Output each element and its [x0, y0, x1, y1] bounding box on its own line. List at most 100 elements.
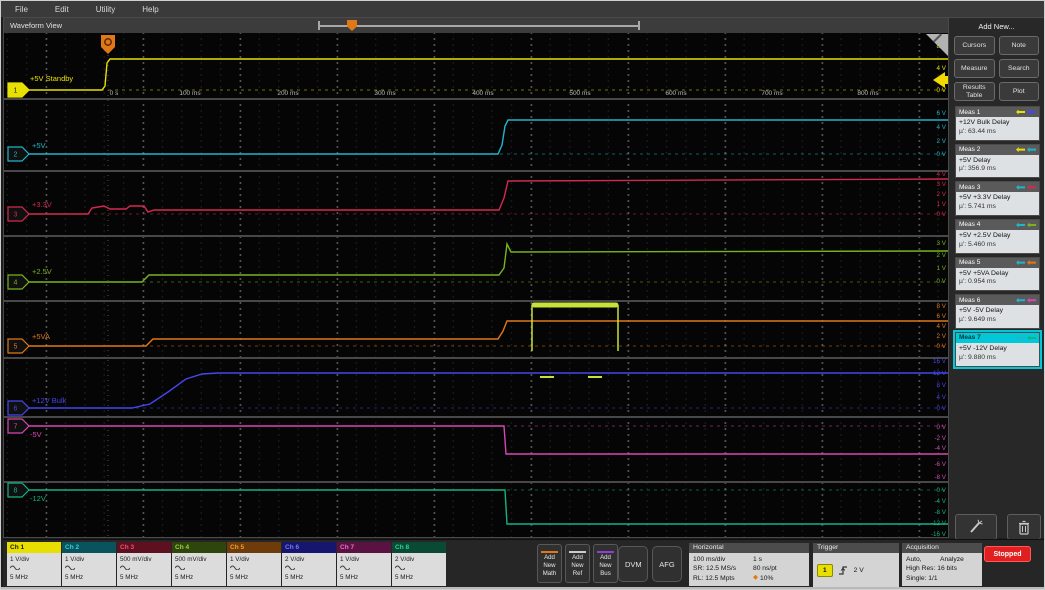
ch1-ground-badge[interactable]: [7, 82, 30, 98]
measurement-badge-5[interactable]: Meas 5 +5V +5VA Delay µ': 0.954 ms: [955, 256, 1040, 292]
ch1-trace[interactable]: [24, 58, 948, 91]
horizontal-record-length: RL: 12.5 Mpts: [693, 574, 735, 582]
horizontal-panel[interactable]: Horizontal 100 ms/div 1 s SR: 12.5 MS/s …: [689, 543, 809, 587]
ch6-badge-number: 6: [14, 406, 18, 413]
bandwidth-squiggle-icon: [119, 565, 131, 571]
add-new-search-button[interactable]: Search: [998, 59, 1039, 78]
menu-item-edit[interactable]: Edit: [55, 5, 69, 14]
add-new-math-button[interactable]: Add New Math: [537, 544, 562, 583]
channel-badge-ch-8[interactable]: Ch 8 2 V/div 5 MHz: [392, 542, 446, 586]
add-new-measure-button[interactable]: Measure: [954, 59, 995, 78]
bandwidth-squiggle-icon: [339, 565, 351, 571]
measurement-source-chips: [1014, 184, 1036, 190]
measurement-badge-4[interactable]: Meas 4 +5V +2.5V Delay µ': 5.460 ms: [955, 218, 1040, 254]
measurement-header: Meas 4: [956, 219, 1039, 230]
add-new-plot-button[interactable]: Plot: [998, 82, 1039, 101]
stopped-button[interactable]: Stopped: [984, 546, 1031, 562]
channel-badge-ch-1[interactable]: Ch 1 1 V/div 5 MHz: [7, 542, 61, 586]
waveform-view-titlebar: Waveform View: [4, 18, 948, 33]
time-axis-label: 400 ms: [472, 90, 494, 97]
button-color-stripe: [569, 550, 586, 554]
trigger-position-slider-icon[interactable]: [347, 20, 357, 31]
ch5-trace[interactable]: [24, 320, 948, 347]
add-new-bus-button[interactable]: Add New Bus: [593, 544, 618, 583]
measurement-source-chips: [1014, 147, 1036, 153]
ch2-ground-badge[interactable]: [7, 146, 30, 162]
ch8-scale-label: -4 V: [934, 498, 946, 505]
ch8-trace[interactable]: [24, 489, 948, 525]
menu-item-file[interactable]: File: [15, 5, 28, 14]
ch6-scale-label: 12 V: [933, 370, 947, 377]
results-panel: Add New... Cursors Note Measure Search Resul…: [949, 17, 1044, 540]
waveform-plot[interactable]: 0 s 100 ms 200 ms 300 ms 400 ms 500 ms 600 ms 7…: [4, 33, 948, 537]
measurement-value: µ': 9.649 ms: [959, 316, 996, 324]
add-new-results-table-button[interactable]: Results Table: [954, 82, 995, 101]
ch5-scale-label: 8 V: [937, 303, 947, 310]
channel-badge-title: Ch 2: [62, 542, 116, 553]
channel-badge-ch-6[interactable]: Ch 6 2 V/div 5 MHz: [282, 542, 336, 586]
measurement-badge-1[interactable]: Meas 1 +12V Bulk Delay µ': 63.44 ms: [955, 106, 1040, 141]
channel-badge-title: Ch 4: [172, 542, 226, 553]
trash-icon: [1019, 520, 1029, 535]
add-new-ref-button[interactable]: Add New Ref: [565, 544, 590, 583]
add-new-note-button[interactable]: Note: [998, 36, 1039, 55]
measurement-badge-3[interactable]: Meas 3 +5V +3.3V Delay µ': 5.741 ms: [955, 181, 1040, 216]
horizontal-panel-body: 100 ms/div 1 s SR: 12.5 MS/s 80 ns/pt RL…: [689, 553, 809, 587]
timebase-scrollbar[interactable]: [318, 20, 640, 31]
afg-button[interactable]: AFG: [652, 546, 682, 582]
channel-bandwidth: 5 MHz: [175, 573, 194, 581]
horizontal-sample-rate: SR: 12.5 MS/s: [693, 565, 737, 573]
add-new-cursors-button[interactable]: Cursors: [954, 36, 995, 55]
add-new-button-grid: Cursors Note Measure Search Results Table Plo…: [949, 31, 1044, 103]
ch6-ground-badge[interactable]: [7, 400, 30, 416]
channel-badge-ch-5[interactable]: Ch 5 1 V/div 5 MHz: [227, 542, 281, 586]
ch2-trace[interactable]: [24, 119, 948, 155]
ch8-badge-number: 8: [14, 488, 18, 495]
ch6-trace[interactable]: [24, 372, 948, 409]
trigger-panel[interactable]: Trigger 1 2 V: [813, 543, 899, 589]
measurement-badge-2[interactable]: Meas 2 +5V Delay µ': 356.9 ms: [955, 143, 1040, 179]
menu-item-utility[interactable]: Utility: [96, 5, 116, 14]
ch3-ground-badge[interactable]: [7, 206, 30, 222]
dvm-button[interactable]: DVM: [618, 546, 648, 582]
measurement-source-chips: [1014, 297, 1036, 303]
bandwidth-squiggle-icon: [174, 565, 186, 571]
ch7-trace[interactable]: [24, 425, 948, 455]
zoom-tool-button[interactable]: [955, 514, 997, 540]
ch8-ground-badge[interactable]: [7, 482, 30, 498]
channel-badge-ch-3[interactable]: Ch 3 500 mV/div 5 MHz: [117, 542, 171, 586]
horizontal-position: 10%: [760, 574, 774, 582]
ch1-rail-label: +5V Standby: [30, 74, 73, 83]
trigger-level-arrow-icon[interactable]: [933, 72, 948, 88]
measurement-badge-7[interactable]: Meas 7 +5V -12V Delay µ': 9.880 ms: [953, 329, 1042, 369]
ch8-scale-label: -16 V: [931, 531, 947, 537]
measurement-name: +5V Delay: [959, 156, 991, 164]
acquisition-panel[interactable]: Acquisition Auto, Analyze High Res: 16 b…: [902, 543, 982, 587]
time-axis-label: 0 s: [110, 90, 119, 97]
ch6-scale-label: 4 V: [937, 394, 947, 401]
ch2-scale-label: 6 V: [937, 110, 947, 117]
channel-badge-body: 1 V/div 5 MHz: [227, 553, 281, 586]
measurement-header: Meas 2: [956, 144, 1039, 155]
measurement-source-chips: [1014, 109, 1036, 115]
measurement-value: µ': 63.44 ms: [959, 127, 996, 135]
measurement-id: Meas 3: [959, 183, 981, 191]
button-label-line: New: [599, 562, 612, 570]
waveform-view-title: Waveform View: [10, 21, 63, 30]
channel-badge-ch-7[interactable]: Ch 7 1 V/div 5 MHz: [337, 542, 391, 586]
ch5-ground-badge[interactable]: [7, 338, 30, 354]
ch7-ground-badge[interactable]: [7, 418, 30, 434]
menu-item-help[interactable]: Help: [142, 5, 158, 14]
ch4-trace[interactable]: [24, 241, 948, 283]
measurement-id: Meas 2: [959, 146, 981, 154]
measurement-header: Meas 1: [956, 107, 1039, 117]
channel-badge-ch-2[interactable]: Ch 2 1 V/div 5 MHz: [62, 542, 116, 586]
ch6-rail-label: +12V Bulk: [32, 396, 67, 405]
ch3-scale-label: 4 V: [937, 171, 947, 178]
channel-badge-ch-4[interactable]: Ch 4 500 mV/div 5 MHz: [172, 542, 226, 586]
waveform-view: Waveform View 0 s 100 ms 200 ms 300 ms 400 m…: [3, 17, 949, 538]
ch3-trace[interactable]: [24, 178, 948, 215]
ch4-ground-badge[interactable]: [7, 274, 30, 290]
measurement-badge-6[interactable]: Meas 6 +5V -5V Delay µ': 9.649 ms: [955, 294, 1040, 329]
trash-button[interactable]: [1007, 514, 1041, 540]
